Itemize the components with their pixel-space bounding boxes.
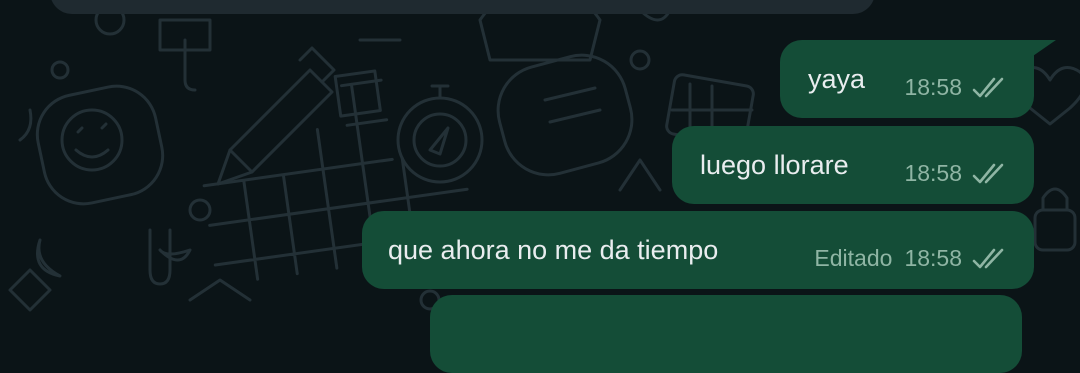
incoming-message-bubble[interactable] xyxy=(50,0,875,14)
lock-doodle-icon xyxy=(1033,187,1077,252)
outgoing-message-bubble[interactable]: luego llorare 18:58 xyxy=(672,126,1034,204)
edited-label: Editado xyxy=(814,245,893,271)
outgoing-message-bubble[interactable]: que ahora no me da tiempo Editado 18:58 xyxy=(362,211,1034,289)
message-time: 18:58 xyxy=(904,74,962,100)
pen-doodle-icon xyxy=(216,46,336,186)
message-meta: Editado 18:58 xyxy=(814,245,1010,272)
double-check-icon xyxy=(972,248,1004,268)
smiley-doodle-icon xyxy=(35,84,165,206)
outgoing-message-bubble[interactable]: yaya 18:58 xyxy=(780,40,1056,118)
message-text: yaya xyxy=(808,64,866,94)
message-text: luego llorare xyxy=(700,150,849,180)
double-check-icon xyxy=(972,163,1004,183)
message-time: 18:58 xyxy=(904,245,962,271)
message-meta: 18:58 xyxy=(904,74,1010,101)
double-check-icon xyxy=(972,77,1004,97)
compass-doodle-icon xyxy=(396,84,484,184)
speech-bubble-doodle-icon xyxy=(496,53,634,177)
message-text: que ahora no me da tiempo xyxy=(388,235,719,265)
message-meta: 18:58 xyxy=(904,160,1010,187)
outgoing-message-bubble[interactable] xyxy=(430,295,1022,373)
message-time: 18:58 xyxy=(904,160,962,186)
